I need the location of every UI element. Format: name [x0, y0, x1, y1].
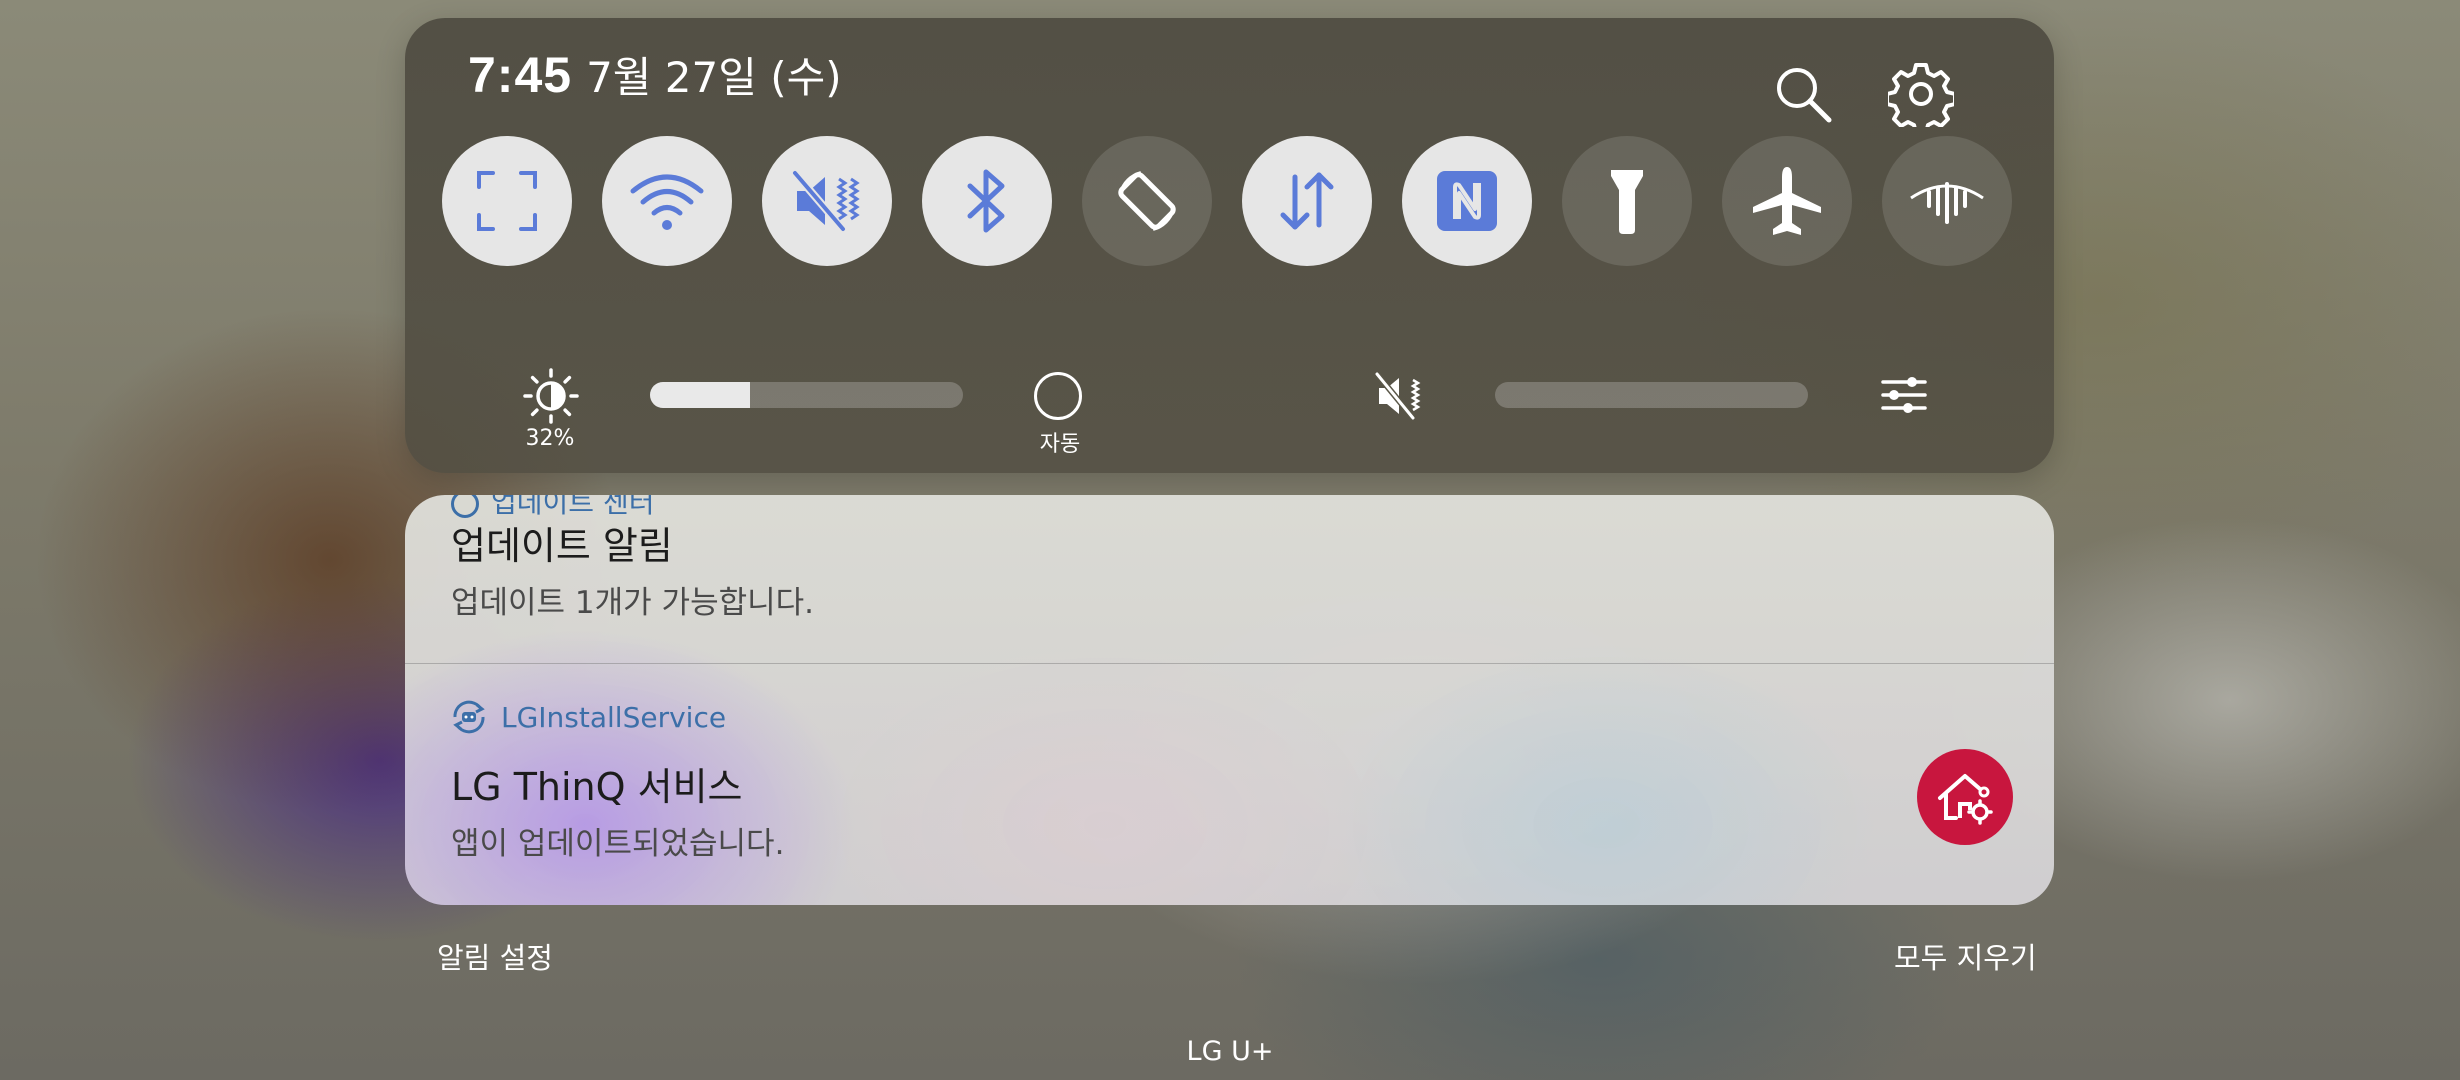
- tile-auto-rotate[interactable]: [1082, 136, 1212, 266]
- tile-airplane-mode[interactable]: [1722, 136, 1852, 266]
- tile-sound[interactable]: [762, 136, 892, 266]
- notification-update-center[interactable]: 업데이트 센터 업데이트 알림 업데이트 1개가 가능합니다.: [405, 495, 2054, 663]
- notification-text: 앱이 업데이트되었습니다.: [451, 826, 785, 862]
- tile-bluetooth[interactable]: [922, 136, 1052, 266]
- brightness-icon: [523, 368, 579, 424]
- tile-flashlight[interactable]: [1562, 136, 1692, 266]
- notification-text: 업데이트 1개가 가능합니다.: [451, 585, 815, 621]
- notification-title: 업데이트 알림: [451, 524, 673, 568]
- thinq-app-icon[interactable]: [1917, 749, 2013, 845]
- slider-row: 32% 자동: [405, 348, 2054, 458]
- dolby-atmos-icon: [1910, 182, 1984, 224]
- notification-card: 업데이트 센터 업데이트 알림 업데이트 1개가 가능합니다. LGInstal…: [405, 495, 2054, 905]
- auto-rotate-icon: [1118, 171, 1176, 231]
- notification-app-name: LGInstallService: [501, 700, 727, 734]
- airplane-mode-icon: [1753, 167, 1821, 235]
- notification-title: LG ThinQ 서비스: [451, 765, 743, 809]
- install-service-icon: [453, 700, 485, 734]
- search-icon[interactable]: [1767, 58, 1839, 130]
- wifi-icon: [630, 174, 704, 230]
- notification-settings-button[interactable]: 알림 설정: [437, 935, 553, 977]
- brightness-slider[interactable]: [650, 382, 963, 408]
- screenshot-capture-icon: [477, 171, 537, 231]
- date: 7월 27일 (수): [586, 53, 842, 102]
- notification-app-row: LGInstallService: [451, 699, 726, 735]
- auto-brightness-label: 자동: [1039, 432, 1081, 457]
- tile-nfc[interactable]: [1402, 136, 1532, 266]
- mobile-data-icon: [1280, 172, 1334, 230]
- bluetooth-icon: [967, 169, 1005, 233]
- volume-mute-icon[interactable]: [1375, 372, 1427, 420]
- auto-brightness-toggle[interactable]: [1034, 372, 1082, 420]
- volume-slider[interactable]: [1495, 382, 1808, 408]
- notification-lg-install-service[interactable]: LGInstallService LG ThinQ 서비스 앱이 업데이트되었습…: [405, 664, 2054, 905]
- quick-tiles-row: [442, 136, 2012, 266]
- brightness-slider-fill: [650, 382, 751, 408]
- flashlight-icon: [1611, 170, 1643, 234]
- clock: 7:45: [468, 47, 573, 103]
- tile-dolby-atmos[interactable]: [1882, 136, 2012, 266]
- gear-icon[interactable]: [1885, 58, 1957, 130]
- status-row: 7:45 7월 27일 (수): [468, 44, 842, 144]
- brightness-percent: 32%: [525, 426, 575, 451]
- tile-wifi[interactable]: [602, 136, 732, 266]
- sound-settings-icon[interactable]: [1880, 374, 1928, 416]
- quick-settings-panel: 7:45 7월 27일 (수) 32% 자동: [405, 18, 2054, 473]
- clear-all-button[interactable]: 모두 지우기: [1894, 935, 2037, 977]
- sound-mute-vibrate-icon: [791, 170, 860, 232]
- tile-mobile-data[interactable]: [1242, 136, 1372, 266]
- tile-screen-capture[interactable]: [442, 136, 572, 266]
- nfc-icon: [1437, 171, 1497, 231]
- carrier-label: LG U+: [1186, 1036, 1274, 1067]
